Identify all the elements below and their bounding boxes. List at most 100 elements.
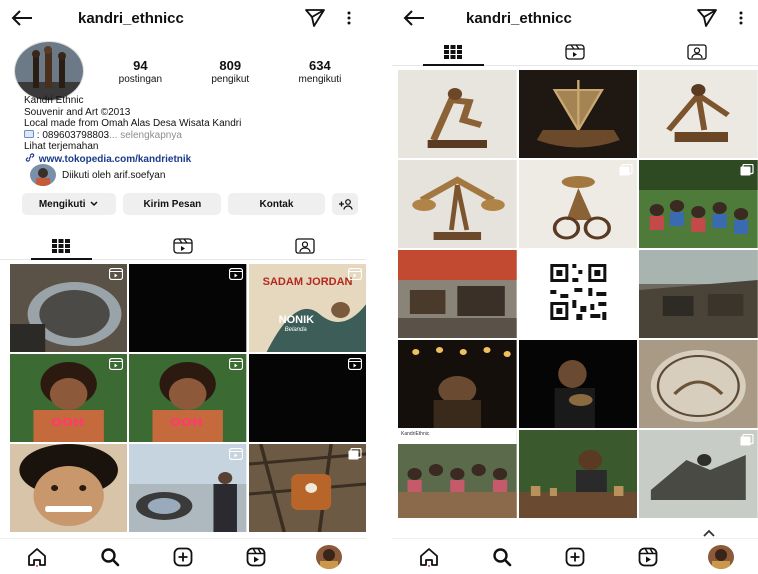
bio-line: Local made from Omah Alas Desa Wisata Ka… (24, 118, 242, 129)
multi-post-icon (740, 164, 754, 176)
multi-post-icon (619, 164, 633, 176)
profile-screen-right: kandri_ethnicc KandriEthnic (392, 0, 758, 574)
stat-label: pengikut (211, 73, 250, 85)
nav-create[interactable] (555, 547, 595, 567)
post-thumbnail[interactable]: SADAM JORDAN NONIK Belanda (248, 264, 366, 352)
nav-home[interactable] (17, 547, 57, 567)
post-thumbnail[interactable] (129, 444, 247, 532)
post-thumbnail[interactable] (639, 160, 758, 248)
chevron-down-icon (90, 201, 99, 207)
nav-create[interactable] (163, 547, 203, 567)
post-thumbnail[interactable] (518, 70, 638, 158)
more-options-button[interactable] (332, 11, 366, 25)
more-options-button[interactable] (724, 11, 758, 25)
reel-badge-icon (228, 268, 243, 280)
nav-reels[interactable] (628, 547, 668, 567)
post-thumbnail[interactable] (398, 340, 517, 428)
following-label: Mengikuti (38, 198, 86, 210)
reel-badge-icon (348, 358, 362, 370)
post-thumbnail[interactable]: OOH (129, 354, 247, 442)
bottom-navigation (0, 538, 366, 574)
post-thumbnail[interactable] (639, 430, 758, 518)
add-person-icon (338, 199, 353, 210)
add-post-icon (565, 547, 585, 566)
avatar-image (708, 544, 735, 569)
post-thumbnail[interactable] (518, 340, 638, 428)
tab-grid[interactable] (0, 232, 122, 260)
post-thumbnail[interactable] (398, 160, 517, 248)
reels-icon (638, 547, 658, 566)
post-caption: KandriEthnic (401, 431, 430, 437)
tab-reels[interactable] (514, 38, 636, 65)
profile-avatar-small (316, 544, 343, 569)
bottom-navigation (392, 538, 758, 574)
post-image (398, 430, 517, 518)
profile-tabs (0, 232, 366, 260)
post-thumbnail[interactable] (398, 250, 517, 338)
tab-tagged[interactable] (636, 38, 758, 65)
post-image (518, 70, 638, 158)
grid-icon (444, 44, 462, 59)
contact-button[interactable]: Kontak (228, 193, 325, 215)
add-person-button[interactable] (331, 193, 358, 215)
followed-by-text: Diikuti oleh arif.soefyan (62, 169, 166, 181)
post-thumbnail[interactable] (10, 444, 128, 532)
bio-line: Souvenir and Art ©2013 (24, 106, 131, 118)
phone-emoji-icon (24, 129, 34, 138)
see-more-link[interactable]: ... selengkapnya (109, 130, 182, 141)
stat-posts[interactable]: 94 postingan (119, 58, 162, 85)
post-thumbnail[interactable]: OOH (10, 354, 128, 442)
post-thumbnail[interactable] (639, 340, 758, 428)
reels-icon (173, 237, 193, 254)
follower-avatar (30, 164, 56, 186)
post-thumbnail[interactable] (518, 430, 638, 518)
avatar-image (316, 544, 343, 569)
bio-phone-row: : 089603798803... selengkapnya (24, 129, 356, 142)
post-thumbnail[interactable] (639, 250, 758, 338)
post-thumbnail[interactable] (639, 70, 758, 158)
nav-home[interactable] (409, 547, 449, 567)
nav-search[interactable] (482, 547, 522, 567)
qr-code-image (527, 250, 628, 338)
nav-reels[interactable] (236, 547, 276, 567)
send-button[interactable] (690, 9, 724, 27)
send-icon (305, 9, 325, 27)
home-icon (27, 547, 46, 567)
tab-grid[interactable] (392, 38, 514, 66)
post-thumbnail[interactable] (248, 444, 366, 532)
translate-link[interactable]: Lihat terjemahan (24, 141, 356, 153)
stat-number: 634 (309, 57, 331, 73)
following-button[interactable]: Mengikuti (22, 193, 117, 215)
home-icon (419, 547, 438, 567)
back-button[interactable] (392, 10, 436, 26)
tab-reels[interactable] (122, 232, 244, 259)
message-button[interactable]: Kirim Pesan (123, 193, 222, 215)
chevron-up-icon[interactable] (702, 528, 716, 538)
nav-profile[interactable] (309, 544, 349, 569)
post-thumbnail[interactable] (398, 70, 517, 158)
post-image (639, 250, 758, 338)
profile-avatar[interactable] (14, 41, 84, 101)
back-button[interactable] (0, 10, 44, 26)
followed-by-row[interactable]: Diikuti oleh arif.soefyan (30, 164, 356, 186)
username-title: kandri_ethnicc (78, 9, 184, 27)
bio-name: Kandri Ethnic (24, 95, 84, 106)
post-image (10, 444, 128, 532)
post-image (639, 340, 758, 428)
tab-tagged[interactable] (244, 232, 366, 259)
post-thumbnail[interactable] (10, 264, 128, 352)
stat-followers[interactable]: 809 pengikut (211, 58, 249, 85)
reel-badge-icon (109, 268, 124, 280)
post-thumbnail[interactable]: KandriEthnic (398, 430, 517, 518)
nav-profile[interactable] (701, 544, 741, 569)
posts-grid: SADAM JORDAN NONIK Belanda OOH OOH (10, 264, 366, 532)
post-thumbnail[interactable] (129, 264, 247, 352)
post-thumbnail[interactable] (518, 160, 638, 248)
post-thumbnail[interactable] (248, 354, 366, 442)
website-link[interactable]: www.tokopedia.com/kandrietnik (39, 154, 191, 165)
stat-following[interactable]: 634 mengikuti (299, 58, 342, 85)
send-button[interactable] (298, 9, 332, 27)
nav-search[interactable] (90, 547, 130, 567)
post-thumbnail[interactable] (518, 250, 638, 338)
post-image (398, 70, 517, 158)
